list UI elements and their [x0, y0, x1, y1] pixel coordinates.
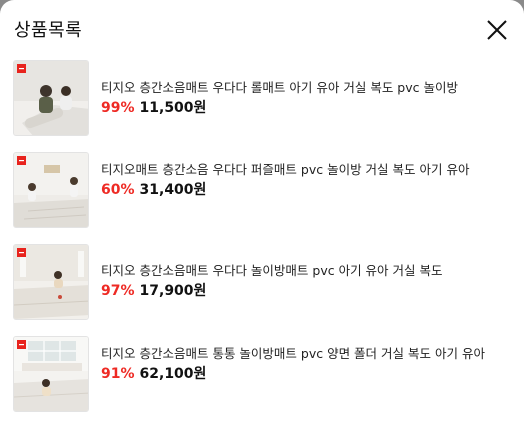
product-thumbnail	[13, 336, 89, 412]
product-thumbnail	[13, 244, 89, 320]
product-price: 17,900원	[139, 283, 207, 299]
product-item[interactable]: 티지오 층간소음매트 우다다 롤매트 아기 유아 거실 복도 pvc 놀이방 9…	[0, 60, 524, 140]
discount-rate: 91%	[101, 366, 135, 382]
product-name: 티지오 층간소음매트 통통 놀이방매트 pvc 양면 폴더 거실 복도 아기 유…	[101, 346, 485, 361]
product-name: 티지오 층간소음매트 우다다 놀이방매트 pvc 아기 유아 거실 복도	[101, 263, 443, 278]
product-name: 티지오매트 층간소음 우다다 퍼즐매트 pvc 놀이방 거실 복도 아기 유아	[101, 162, 470, 177]
product-item[interactable]: 티지오 층간소음매트 우다다 놀이방매트 pvc 아기 유아 거실 복도 97%…	[0, 244, 524, 324]
discount-rate: 60%	[101, 182, 135, 198]
close-icon[interactable]	[484, 17, 510, 43]
sheet-title: 상품목록	[14, 20, 83, 41]
product-item[interactable]: 티지오매트 층간소음 우다다 퍼즐매트 pvc 놀이방 거실 복도 아기 유아 …	[0, 152, 524, 232]
discount-rate: 97%	[101, 283, 135, 299]
product-item[interactable]: 티지오 층간소음매트 통통 놀이방매트 pvc 양면 폴더 거실 복도 아기 유…	[0, 336, 524, 416]
product-name: 티지오 층간소음매트 우다다 롤매트 아기 유아 거실 복도 pvc 놀이방	[101, 80, 458, 95]
discount-rate: 99%	[101, 100, 135, 116]
product-price: 11,500원	[139, 100, 207, 116]
product-price: 62,100원	[139, 366, 207, 382]
product-thumbnail	[13, 152, 89, 228]
sheet-header: 상품목록	[0, 0, 524, 58]
product-thumbnail	[13, 60, 89, 136]
product-price: 31,400원	[139, 182, 207, 198]
product-list-sheet: 상품목록 티지오 층간소음매트 우다다 롤매트 아기 유아 거실 복도 pvc …	[0, 0, 524, 421]
